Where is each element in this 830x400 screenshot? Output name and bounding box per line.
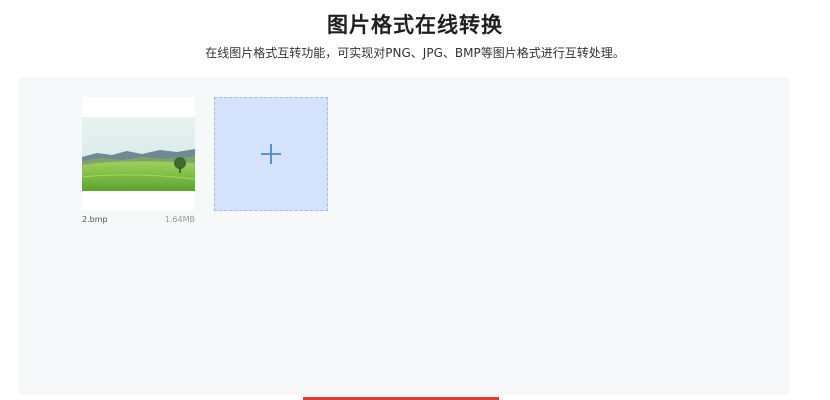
page-title: 图片格式在线转换 — [327, 13, 503, 37]
image-converter-page: 图片格式在线转换 在线图片格式互转功能，可实现对PNG、JPG、BMP等图片格式… — [0, 0, 830, 400]
file-size: 1.64MB — [164, 215, 195, 224]
file-thumbnail-image — [82, 116, 195, 191]
plus-icon — [261, 144, 281, 164]
file-thumbnail-frame — [82, 97, 195, 210]
file-meta: 2.bmp 1.64MB — [82, 215, 195, 224]
file-name: 2.bmp — [82, 215, 108, 224]
add-image-button[interactable] — [214, 97, 328, 211]
file-card[interactable]: 2.bmp 1.64MB — [82, 97, 195, 227]
page-subtitle: 在线图片格式互转功能，可实现对PNG、JPG、BMP等图片格式进行互转处理。 — [205, 46, 625, 60]
